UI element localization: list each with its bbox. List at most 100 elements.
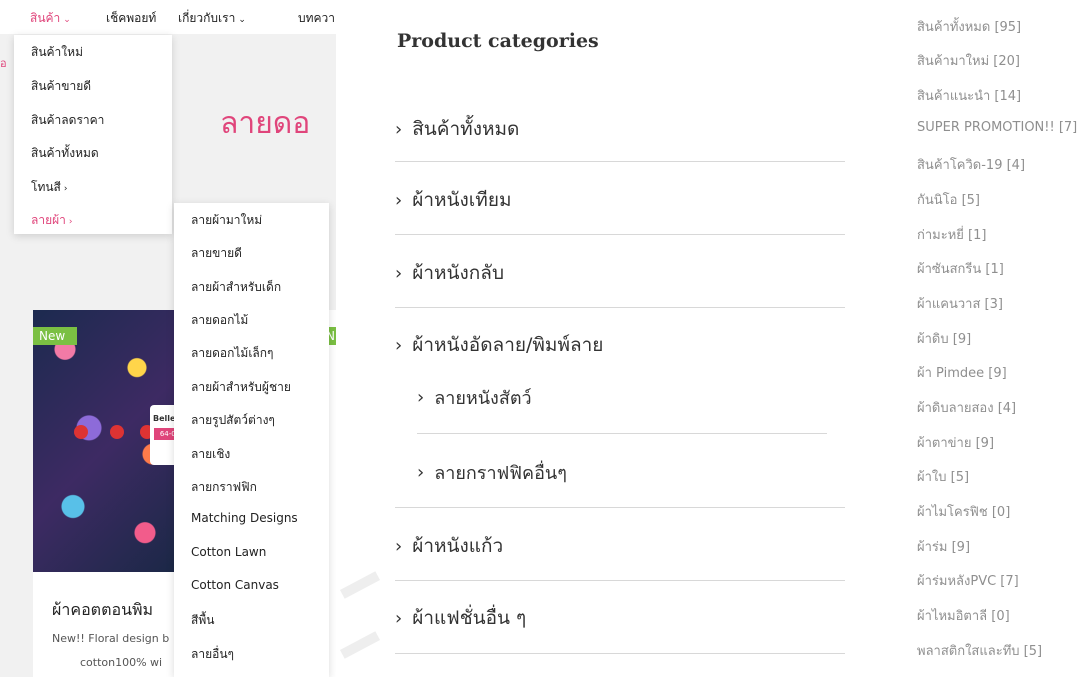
shop-navigation-panel: สินค้า ⌄ เช็คพอยท์ เกี่ยวกับเรา ⌄ บทควา อ … bbox=[0, 0, 336, 677]
category-label: ผ้าหนังแก้ว bbox=[412, 535, 504, 557]
submenu-item[interactable]: Cotton Canvas bbox=[191, 578, 279, 592]
category-link[interactable]: สินค้าโควิด-19 [4] bbox=[917, 154, 1025, 175]
menu-item-label: สินค้าทั้งหมด bbox=[31, 146, 99, 160]
subcategory-item[interactable]: › ลายกราฟฟิคอื่นๆ bbox=[417, 458, 567, 487]
divider bbox=[395, 653, 845, 654]
chevron-right-icon: › bbox=[417, 387, 425, 408]
category-item[interactable]: › สินค้าทั้งหมด bbox=[395, 114, 519, 144]
menu-item-best-sellers[interactable]: สินค้าขายดี bbox=[31, 77, 91, 96]
decorative-shape bbox=[340, 571, 381, 599]
chevron-right-icon: › bbox=[395, 334, 403, 356]
category-link[interactable]: กันนิโอ [5] bbox=[917, 189, 980, 210]
divider bbox=[395, 507, 845, 508]
category-label: ผ้าหนังเทียม bbox=[412, 189, 512, 211]
divider bbox=[417, 433, 827, 434]
menu-item-label: สินค้าลดราคา bbox=[31, 113, 105, 127]
new-badge: New bbox=[33, 327, 77, 345]
submenu-item[interactable]: ลายดอกไม้ bbox=[191, 311, 248, 330]
menu-item-label: ลายผ้า bbox=[31, 213, 66, 227]
product-description: New!! Floral design b bbox=[52, 632, 170, 645]
menu-item-label: สินค้าขายดี bbox=[31, 79, 92, 93]
category-link[interactable]: ผ้าไหมอิตาลี [0] bbox=[917, 605, 1010, 626]
decorative-shape bbox=[340, 631, 381, 659]
divider bbox=[395, 307, 845, 308]
chevron-down-icon: ⌄ bbox=[63, 15, 71, 25]
chevron-right-icon: › bbox=[417, 462, 425, 483]
category-link[interactable]: ผ้าดิบ [9] bbox=[917, 328, 971, 349]
subcategory-item[interactable]: › ลายหนังสัตว์ bbox=[417, 383, 532, 412]
edge-text: อ bbox=[0, 57, 7, 70]
chevron-right-icon: › bbox=[395, 535, 403, 557]
menu-item-color-tone[interactable]: โทนสี › bbox=[31, 178, 68, 197]
products-dropdown-menu: สินค้าใหม่ สินค้าขายดี สินค้าลดราคา สินค… bbox=[14, 35, 172, 234]
submenu-item[interactable]: ลายผ้าสำหรับผู้ชาย bbox=[191, 378, 291, 397]
top-navigation: สินค้า ⌄ เช็คพอยท์ เกี่ยวกับเรา ⌄ บทควา bbox=[0, 0, 336, 34]
chevron-right-icon: › bbox=[395, 118, 403, 140]
submenu-item[interactable]: ลายดอกไม้เล็กๆ bbox=[191, 344, 274, 363]
submenu-item[interactable]: ลายกราฟฟิก bbox=[191, 478, 257, 497]
category-link[interactable]: ผ้าดิบลายสอง [4] bbox=[917, 397, 1016, 418]
category-link[interactable]: ก่ามะหยี่ [1] bbox=[917, 224, 986, 245]
pin-icon bbox=[110, 425, 124, 439]
nav-item-products[interactable]: สินค้า ⌄ bbox=[30, 9, 71, 28]
menu-item-all-products[interactable]: สินค้าทั้งหมด bbox=[31, 144, 99, 163]
submenu-item[interactable]: ลายเชิง bbox=[191, 445, 230, 464]
nav-label: เช็คพอยท์ bbox=[106, 11, 157, 25]
submenu-item[interactable]: ลายรูปสัตว์ต่างๆ bbox=[191, 411, 275, 430]
category-label: สินค้าทั้งหมด bbox=[412, 118, 520, 140]
chevron-right-icon: › bbox=[395, 189, 403, 211]
category-item[interactable]: › ผ้าหนังกลับ bbox=[395, 258, 504, 288]
divider bbox=[395, 580, 845, 581]
category-link[interactable]: ผ้าแคนวาส [3] bbox=[917, 293, 1003, 314]
category-item[interactable]: › ผ้าหนังแก้ว bbox=[395, 531, 503, 561]
category-link[interactable]: พลาสติกใสและทึบ [5] bbox=[917, 640, 1042, 661]
submenu-item[interactable]: ลายผ้าสำหรับเด็ก bbox=[191, 278, 281, 297]
chevron-right-icon: › bbox=[395, 262, 403, 284]
submenu-item[interactable]: ลายผ้ามาใหม่ bbox=[191, 211, 262, 230]
nav-label: บทควา bbox=[298, 11, 336, 25]
menu-item-new-products[interactable]: สินค้าใหม่ bbox=[31, 43, 83, 62]
chevron-down-icon: ⌄ bbox=[238, 15, 246, 25]
category-link[interactable]: ผ้า Pimdee [9] bbox=[917, 362, 1007, 383]
category-label: ลายหนังสัตว์ bbox=[434, 388, 532, 409]
category-item[interactable]: › ผ้าหนังอัดลาย/พิมพ์ลาย bbox=[395, 330, 603, 360]
category-link[interactable]: สินค้าทั้งหมด [95] bbox=[917, 16, 1021, 37]
submenu-item[interactable]: ลายขายดี bbox=[191, 244, 242, 263]
category-link[interactable]: สินค้าแนะนำ [14] bbox=[917, 85, 1021, 106]
category-label: ลายกราฟฟิคอื่นๆ bbox=[434, 463, 567, 484]
category-link[interactable]: ผ้าซันสกรีน [1] bbox=[917, 258, 1004, 279]
category-count-list: สินค้าทั้งหมด [95] สินค้ามาใหม่ [20] สิน… bbox=[900, 0, 1092, 677]
divider bbox=[395, 234, 845, 235]
nav-item-about[interactable]: เกี่ยวกับเรา ⌄ bbox=[178, 9, 246, 28]
nav-label: สินค้า bbox=[30, 11, 61, 25]
category-label: ผ้าหนังอัดลาย/พิมพ์ลาย bbox=[412, 334, 604, 356]
divider bbox=[395, 161, 845, 162]
chevron-right-icon: › bbox=[63, 184, 68, 194]
chevron-right-icon: › bbox=[68, 217, 73, 227]
product-title[interactable]: ผ้าคอตตอนพิม bbox=[52, 598, 153, 623]
category-item[interactable]: › ผ้าแฟชั่นอื่น ๆ bbox=[395, 603, 526, 633]
menu-item-on-sale[interactable]: สินค้าลดราคา bbox=[31, 111, 104, 130]
category-link[interactable]: ผ้าร่ม [9] bbox=[917, 536, 970, 557]
product-categories-panel: Product categories › สินค้าทั้งหมด › ผ้าหน… bbox=[340, 0, 900, 677]
category-link[interactable]: ผ้าใบ [5] bbox=[917, 466, 969, 487]
menu-item-fabric-pattern[interactable]: ลายผ้า › bbox=[31, 211, 73, 230]
category-item[interactable]: › ผ้าหนังเทียม bbox=[395, 185, 511, 215]
nav-item-checkpoint[interactable]: เช็คพอยท์ bbox=[106, 9, 156, 28]
submenu-item[interactable]: ลายอื่นๆ bbox=[191, 645, 234, 664]
category-label: ผ้าหนังกลับ bbox=[412, 262, 505, 284]
categories-heading: Product categories bbox=[397, 30, 599, 52]
chevron-right-icon: › bbox=[395, 607, 403, 629]
category-link[interactable]: ผ้าตาข่าย [9] bbox=[917, 432, 994, 453]
category-link[interactable]: ผ้าร่มหลังPVC [7] bbox=[917, 570, 1019, 591]
nav-item-articles[interactable]: บทควา bbox=[298, 9, 335, 28]
category-link[interactable]: SUPER PROMOTION!! [7] bbox=[917, 120, 1077, 135]
product-description: cotton100% wi bbox=[80, 656, 163, 669]
submenu-item[interactable]: สีพื้น bbox=[191, 611, 214, 630]
hero-title: ลายดอ bbox=[220, 106, 311, 141]
submenu-item[interactable]: Cotton Lawn bbox=[191, 545, 266, 559]
category-link[interactable]: สินค้ามาใหม่ [20] bbox=[917, 50, 1020, 71]
category-link[interactable]: ผ้าไมโครฟิช [0] bbox=[917, 501, 1010, 522]
submenu-item[interactable]: Matching Designs bbox=[191, 511, 298, 525]
nav-label: เกี่ยวกับเรา bbox=[178, 11, 236, 25]
